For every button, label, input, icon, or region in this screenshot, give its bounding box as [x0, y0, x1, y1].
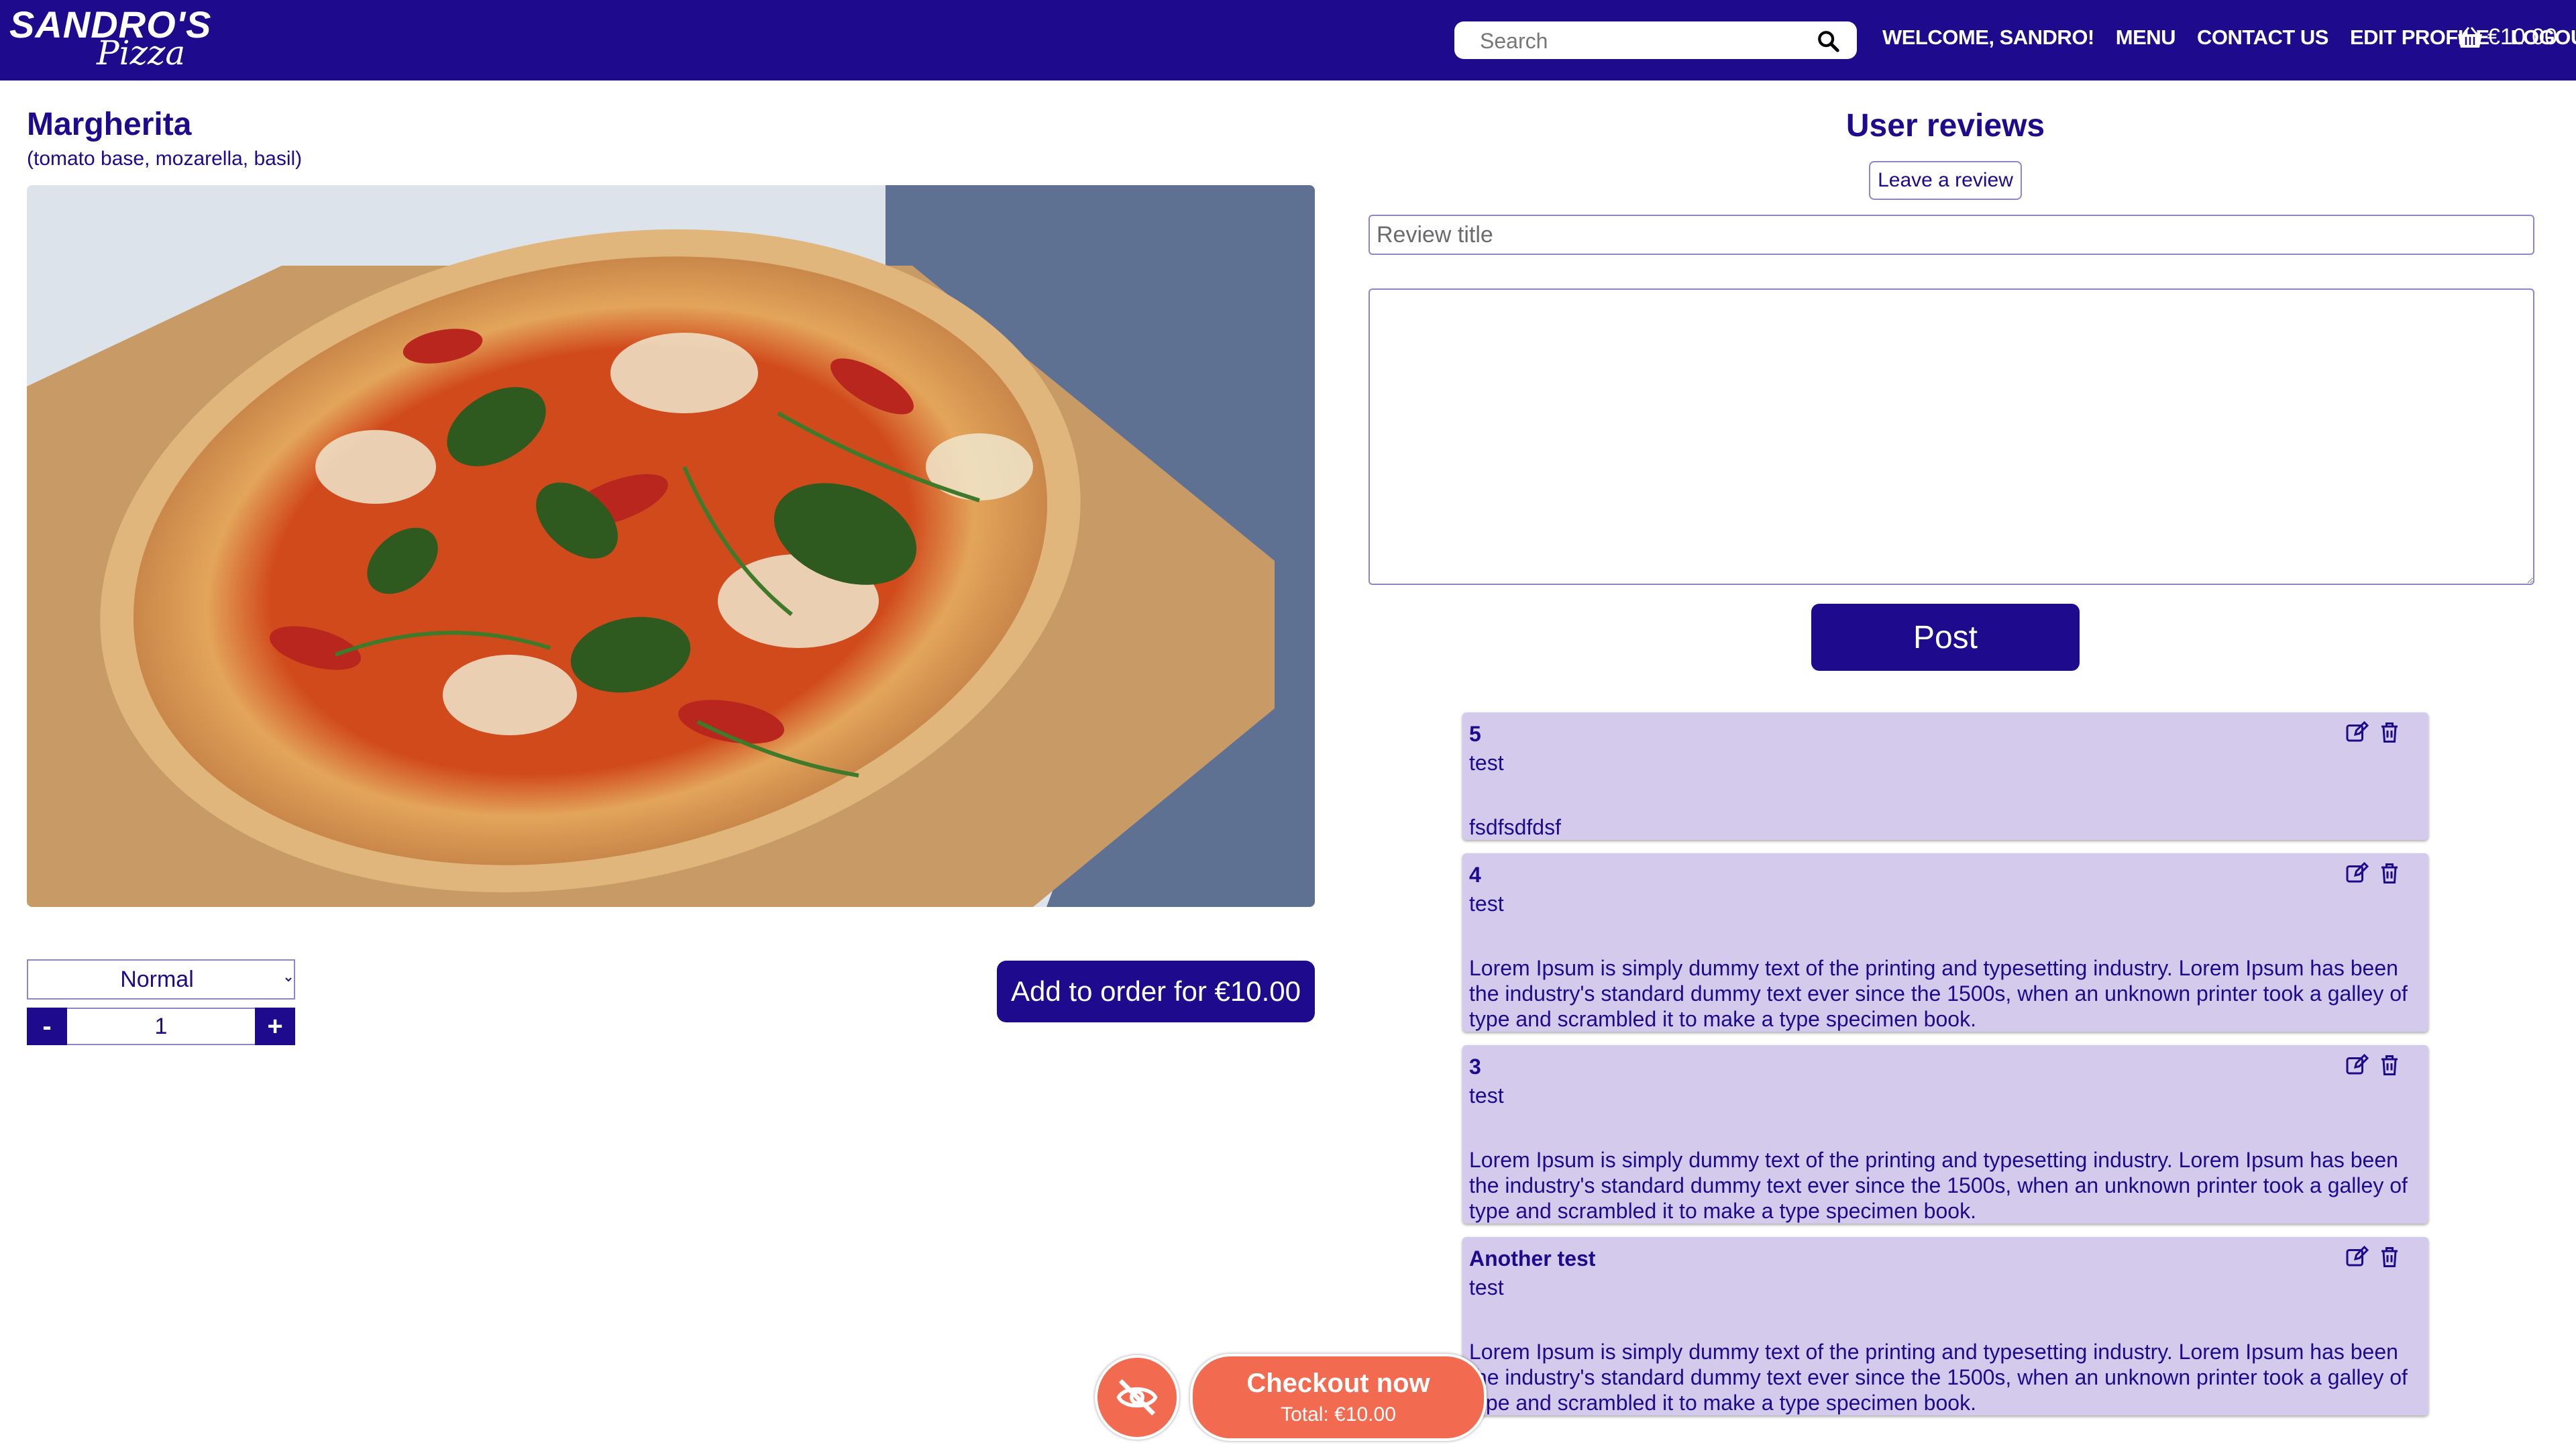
leave-review-button[interactable]: Leave a review	[1869, 161, 2022, 200]
review-text: Lorem Ipsum is simply dummy text of the …	[1469, 956, 2408, 1031]
post-review-button[interactable]: Post	[1811, 604, 2080, 671]
review-title-input[interactable]	[1368, 215, 2534, 255]
review-card: 5 test fsdfsdfdsf	[1462, 712, 2428, 840]
edit-icon[interactable]	[2345, 1245, 2369, 1269]
search-box	[1454, 21, 1857, 60]
search-icon[interactable]	[1817, 30, 1839, 52]
size-select[interactable]: Normal	[27, 959, 295, 1000]
nav-menu[interactable]: MENU	[2116, 25, 2176, 55]
checkout-title: Checkout now	[1246, 1368, 1430, 1398]
edit-icon[interactable]	[2345, 1053, 2369, 1077]
review-subtitle: test	[1469, 1275, 1504, 1299]
review-list: 5 test fsdfsdfdsf 4 test Lorem Ipsum is …	[1462, 712, 2428, 1429]
review-actions	[2345, 1053, 2402, 1077]
logo-sub-text: Pizza	[97, 34, 186, 72]
quantity-decrease-button[interactable]: -	[27, 1008, 67, 1045]
pizza-ingredients: (tomato base, mozarella, basil)	[27, 148, 303, 170]
hide-checkout-button[interactable]	[1095, 1355, 1179, 1440]
trash-icon[interactable]	[2377, 861, 2402, 885]
review-title: 5	[1469, 722, 1481, 746]
quantity-input[interactable]	[67, 1008, 255, 1045]
edit-icon[interactable]	[2345, 861, 2369, 885]
quantity-increase-button[interactable]: +	[255, 1008, 295, 1045]
review-card: 4 test Lorem Ipsum is simply dummy text …	[1462, 853, 2428, 1032]
review-title: 3	[1469, 1055, 1481, 1079]
pizza-image	[27, 185, 1315, 907]
review-actions	[2345, 720, 2402, 745]
review-title: Another test	[1469, 1246, 1596, 1271]
eye-slash-icon	[1116, 1379, 1158, 1416]
review-card: Another test test Lorem Ipsum is simply …	[1462, 1237, 2428, 1415]
review-subtitle: test	[1469, 1083, 1504, 1108]
review-text: Lorem Ipsum is simply dummy text of the …	[1469, 1148, 2408, 1223]
trash-icon[interactable]	[2377, 720, 2402, 745]
pizza-photo	[27, 185, 1315, 907]
navbar: SANDRO'S Pizza WELCOME, SANDRO! MENU CON…	[0, 0, 2576, 80]
review-text: Lorem Ipsum is simply dummy text of the …	[1469, 1340, 2408, 1415]
review-actions	[2345, 861, 2402, 885]
review-card: 3 test Lorem Ipsum is simply dummy text …	[1462, 1045, 2428, 1224]
review-subtitle: test	[1469, 892, 1504, 916]
trash-icon[interactable]	[2377, 1053, 2402, 1077]
review-text: fsdfsdfdsf	[1469, 815, 1561, 839]
search-input[interactable]	[1479, 21, 1803, 60]
pizza-title: Margherita	[27, 107, 192, 142]
cart-button[interactable]: €10.00	[2457, 24, 2557, 50]
basket-icon	[2458, 26, 2482, 48]
nav-contact-us[interactable]: CONTACT US	[2197, 25, 2328, 55]
cart-total: €10.00	[2487, 24, 2557, 50]
trash-icon[interactable]	[2377, 1245, 2402, 1269]
review-title: 4	[1469, 863, 1481, 887]
review-subtitle: test	[1469, 751, 1504, 775]
add-to-order-button[interactable]: Add to order for €10.00	[997, 961, 1315, 1022]
review-actions	[2345, 1245, 2402, 1269]
checkout-now-button[interactable]: Checkout now Total: €10.00	[1190, 1354, 1487, 1441]
edit-icon[interactable]	[2345, 720, 2369, 745]
review-body-input[interactable]	[1368, 288, 2534, 585]
logo[interactable]: SANDRO'S Pizza	[9, 3, 211, 72]
reviews-heading: User reviews	[1845, 108, 2045, 144]
checkout-total: Total: €10.00	[1281, 1403, 1396, 1426]
nav-welcome[interactable]: WELCOME, SANDRO!	[1882, 25, 2094, 55]
